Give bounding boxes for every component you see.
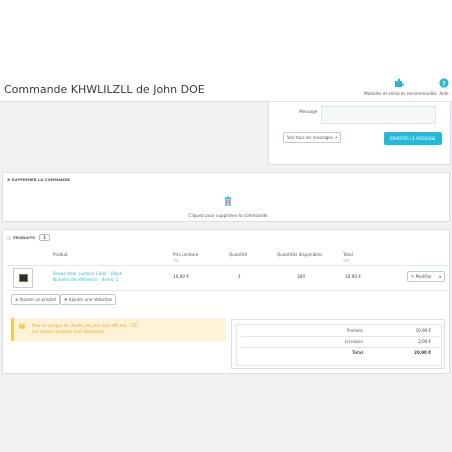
- table-row: Brown bear cushion Color : Black Numéro …: [7, 266, 447, 290]
- col-header-available: Quantités disponibles: [277, 252, 323, 257]
- trash-icon: [224, 196, 232, 206]
- totals-products-value: 10,90 €: [415, 328, 431, 333]
- help-button[interactable]: ? Aide: [432, 78, 452, 96]
- alert-returns-disabled: Les retours produits sont désactivés: [32, 329, 105, 334]
- tag-icon: ❖: [64, 297, 68, 302]
- pencil-icon: ✎: [411, 274, 415, 279]
- external-link-icon: ↗: [334, 135, 338, 140]
- alert-price-display: Pour ce groupe de clients, les prix sont…: [32, 323, 138, 328]
- products-panel: 🛒 PRODUITS 1 Produit Prix unitaire TTC Q…: [2, 229, 450, 374]
- col-header-total: Total TTC: [343, 252, 353, 263]
- page-title: Commande KHWLILZLL de John DOE: [4, 83, 205, 96]
- puzzle-icon: [395, 78, 404, 87]
- product-name[interactable]: Brown bear cushion Color : Black: [53, 271, 122, 276]
- view-all-messages-label: Voir tous les messages: [287, 135, 333, 140]
- cart-icon: 🛒: [7, 235, 12, 240]
- col-header-product: Produit: [53, 252, 68, 257]
- totals-shipping-row: Livraison 2,00 €: [237, 339, 443, 347]
- close-icon: ✖: [7, 177, 11, 182]
- add-discount-button[interactable]: ❖ Ajouter une réduction: [60, 294, 117, 305]
- product-quantity: 1: [238, 274, 241, 279]
- warning-icon: !: [19, 323, 25, 329]
- product-thumbnail[interactable]: [13, 268, 33, 288]
- product-available: 300: [297, 274, 305, 279]
- col-header-unit-price: Prix unitaire TTC: [173, 252, 199, 263]
- page-header: Commande KHWLILZLL de John DOE Modules e…: [0, 0, 452, 102]
- delete-order-panel: ✖ SUPPRIMER LA COMMANDE Cliquez pour sup…: [2, 172, 450, 222]
- delete-order-zone[interactable]: Cliquez pour supprimer la commande: [178, 191, 278, 218]
- svg-text:?: ?: [442, 79, 446, 87]
- table-divider: [7, 290, 447, 291]
- caret-down-icon: ▾: [439, 274, 442, 279]
- delete-order-heading: ✖ SUPPRIMER LA COMMANDE: [7, 177, 70, 182]
- totals-shipping-label: Livraison: [345, 339, 363, 344]
- send-message-button[interactable]: ENVOYER LE MESSAGE: [384, 132, 442, 145]
- product-total: 10,90 €: [345, 274, 361, 279]
- totals-total-value: 20,90 €: [414, 350, 431, 355]
- help-label: Aide: [439, 91, 449, 96]
- plus-circle-icon: ⊕: [15, 297, 19, 302]
- col-header-total-note: TTC: [343, 259, 350, 263]
- tax-info-alert: ! Pour ce groupe de clients, les prix so…: [11, 318, 226, 341]
- order-totals: Produits 10,90 € Livraison 2,00 € Total …: [231, 319, 445, 369]
- modify-product-button[interactable]: ✎ Modifier ▾: [407, 271, 446, 282]
- totals-total-row: Total 20,90 €: [237, 350, 443, 358]
- messages-panel: Message Voir tous les messages ↗ ENVOYER…: [268, 102, 451, 165]
- product-reference: Numéro de référence : demo_1: [53, 277, 119, 282]
- products-heading: 🛒 PRODUITS 1: [7, 234, 51, 241]
- message-label: Message: [299, 109, 318, 114]
- delete-order-text: Cliquez pour supprimer la commande: [188, 213, 268, 218]
- col-header-quantity: Quantité: [229, 252, 248, 257]
- totals-products-label: Produits: [346, 328, 363, 333]
- add-product-button[interactable]: ⊕ Ajouter un produit: [11, 294, 61, 305]
- help-icon: ?: [439, 78, 449, 88]
- product-unit-price: 10,90 €: [173, 274, 189, 279]
- recommended-modules-button[interactable]: Modules et services recommandés: [364, 78, 437, 96]
- products-count-badge: 1: [39, 234, 51, 241]
- col-header-unit-price-note: TTC: [173, 259, 180, 263]
- totals-shipping-value: 2,00 €: [418, 339, 431, 344]
- view-all-messages-button[interactable]: Voir tous les messages ↗: [283, 132, 342, 143]
- message-textarea[interactable]: [321, 106, 436, 124]
- totals-products-row: Produits 10,90 €: [237, 328, 443, 336]
- recommended-modules-label: Modules et services recommandés: [364, 91, 437, 96]
- totals-total-label: Total: [352, 350, 363, 355]
